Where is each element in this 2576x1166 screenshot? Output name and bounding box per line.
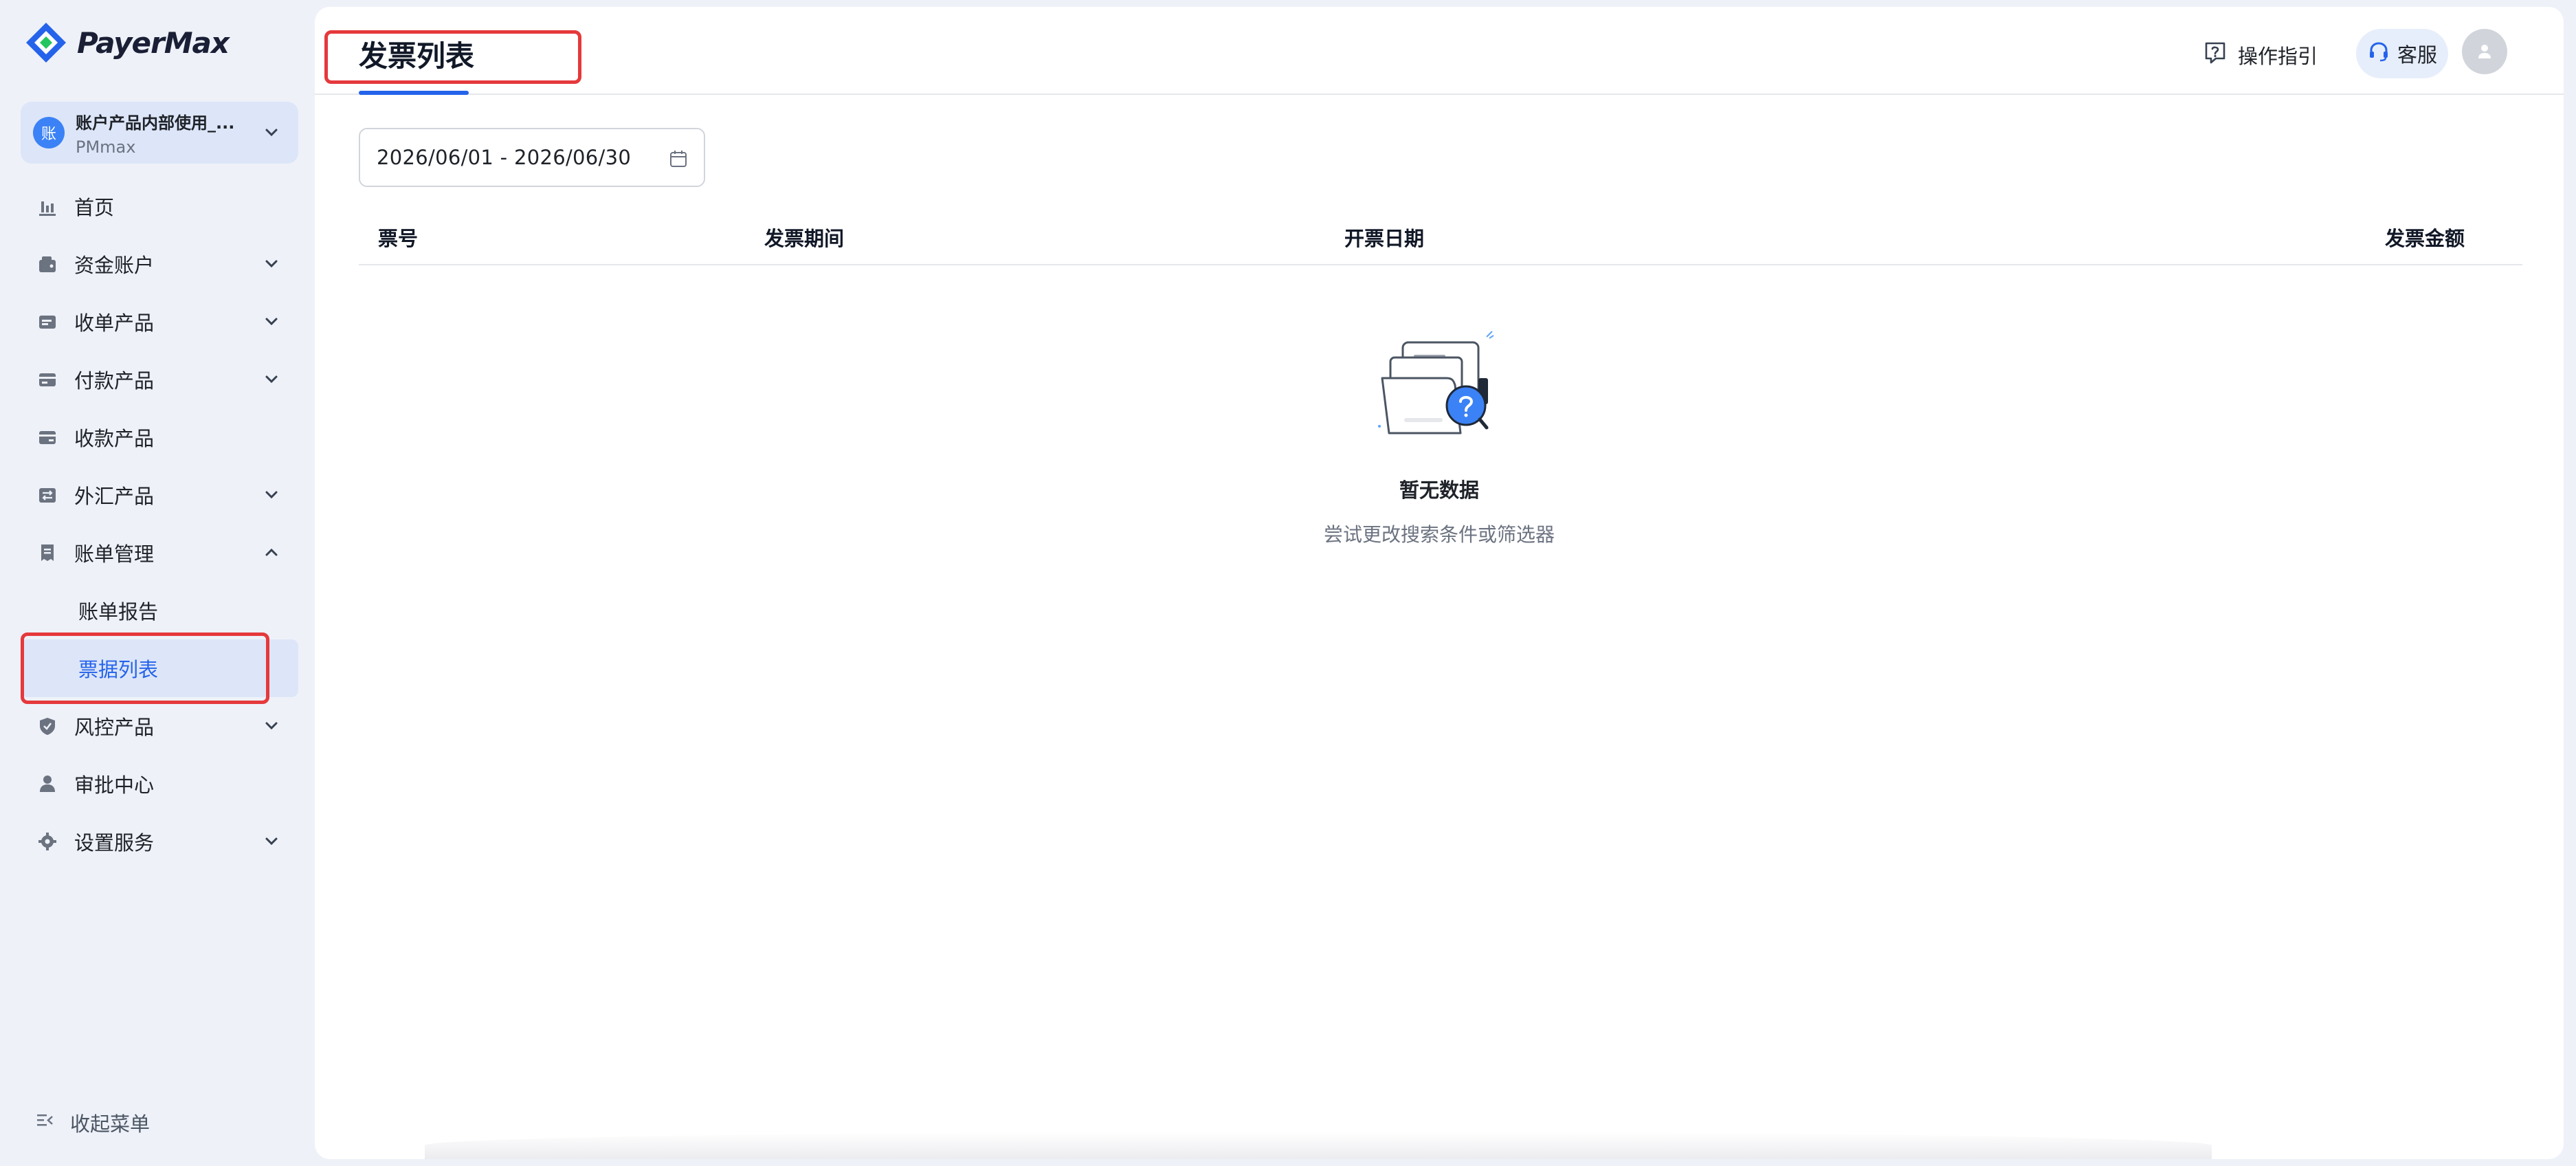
credit-card-icon (36, 368, 59, 391)
date-range-picker[interactable]: 2026/06/01 - 2026/06/30 (359, 128, 705, 187)
sidebar-item-fx[interactable]: 外汇产品 (21, 466, 298, 524)
page-title: 发票列表 (359, 39, 475, 73)
main-content: 发票列表 操作指引 客服 2026/06/01 - 2026/06/30 票号 … (315, 7, 2564, 1159)
top-bar: 发票列表 操作指引 客服 (315, 7, 2564, 95)
chevron-down-icon (265, 129, 278, 137)
empty-folder-icon (1375, 330, 1506, 447)
empty-title: 暂无数据 (1399, 478, 1479, 502)
column-header-invoice-period[interactable]: 发票期间 (764, 223, 844, 252)
card-icon (36, 310, 59, 333)
person-icon (36, 772, 59, 795)
sidebar-item-label: 收款产品 (74, 427, 155, 450)
logo-text: PayerMax (77, 25, 230, 60)
tab-active-indicator (359, 91, 469, 95)
sidebar-item-settings[interactable]: 设置服务 (21, 813, 298, 870)
payermax-logo[interactable]: PayerMax (25, 21, 230, 65)
bottom-shadow (425, 1132, 2212, 1159)
sidebar-item-billing-report[interactable]: 账单报告 (21, 582, 298, 639)
user-avatar[interactable] (2462, 29, 2507, 74)
sidebar-item-label: 审批中心 (74, 773, 155, 797)
column-header-invoice-number[interactable]: 票号 (378, 223, 418, 252)
chevron-down-icon (265, 260, 278, 268)
bar-chart-icon (36, 195, 59, 218)
account-avatar: 账 (33, 117, 65, 148)
wallet-icon (36, 252, 59, 276)
collapse-menu-label: 收起菜单 (70, 1112, 151, 1136)
account-sub: PMmax (76, 137, 136, 157)
exchange-icon (36, 483, 59, 507)
chevron-down-icon (265, 837, 278, 846)
headset-icon (2367, 40, 2390, 68)
sidebar-item-label: 首页 (74, 196, 115, 219)
sidebar-item-invoice-list[interactable]: 票据列表 (21, 639, 298, 697)
chevron-down-icon (265, 491, 278, 499)
account-name: 账户产品内部使用_... (76, 113, 235, 133)
sidebar-item-label: 外汇产品 (74, 485, 155, 508)
invoice-table: 票号 发票期间 开票日期 发票金额 (359, 206, 2522, 265)
column-header-invoice-amount[interactable]: 发票金额 (2385, 223, 2465, 252)
chevron-down-icon (265, 375, 278, 384)
shield-icon (36, 714, 59, 738)
card-receive-icon (36, 426, 59, 449)
sidebar-item-label: 付款产品 (74, 369, 155, 393)
sidebar-item-label: 票据列表 (78, 658, 159, 681)
column-header-issue-date[interactable]: 开票日期 (1344, 223, 1424, 252)
sidebar-item-label: 收单产品 (74, 311, 155, 335)
collapse-menu-button[interactable]: 收起菜单 (36, 1108, 150, 1137)
sidebar-item-label: 账单管理 (74, 542, 155, 566)
customer-service-label: 客服 (2397, 43, 2437, 67)
sidebar-nav: 首页 资金账户 收单产品 付款产品 收款产品 外汇产品 账单管理 账单报告 票据… (21, 177, 298, 870)
sidebar-item-funds[interactable]: 资金账户 (21, 235, 298, 293)
empty-state: 暂无数据 尝试更改搜索条件或筛选器 (315, 330, 2564, 547)
sidebar-item-receive[interactable]: 收款产品 (21, 408, 298, 466)
collapse-menu-icon (36, 1111, 55, 1135)
sidebar-item-label: 风控产品 (74, 716, 155, 739)
date-range-value: 2026/06/01 - 2026/06/30 (377, 146, 632, 169)
customer-service-button[interactable]: 客服 (2356, 29, 2448, 78)
guide-label: 操作指引 (2238, 45, 2318, 68)
sidebar-item-label: 资金账户 (74, 254, 155, 277)
sidebar-item-home[interactable]: 首页 (21, 177, 298, 235)
payermax-logo-icon (25, 21, 67, 64)
sidebar-item-billing[interactable]: 账单管理 (21, 524, 298, 582)
table-header: 票号 发票期间 开票日期 发票金额 (359, 206, 2522, 265)
account-switcher[interactable]: 账 账户产品内部使用_... PMmax (21, 102, 298, 164)
chevron-down-icon (265, 318, 278, 326)
question-icon (2202, 40, 2228, 71)
sidebar: PayerMax 账 账户产品内部使用_... PMmax 首页 资金账户 收单… (0, 0, 315, 1166)
sidebar-item-approval[interactable]: 审批中心 (21, 755, 298, 813)
empty-subtitle: 尝试更改搜索条件或筛选器 (1323, 523, 1555, 546)
guide-button[interactable]: 操作指引 (2202, 34, 2318, 76)
sidebar-item-risk[interactable]: 风控产品 (21, 697, 298, 755)
bill-icon (36, 541, 59, 564)
sidebar-item-label: 设置服务 (74, 831, 155, 855)
gear-icon (36, 830, 59, 853)
chevron-up-icon (265, 548, 278, 556)
sidebar-item-collect[interactable]: 收单产品 (21, 293, 298, 351)
user-icon (2478, 45, 2491, 58)
chevron-down-icon (265, 722, 278, 730)
sidebar-item-label: 账单报告 (78, 600, 159, 624)
sidebar-item-payout[interactable]: 付款产品 (21, 351, 298, 408)
calendar-icon (670, 151, 687, 167)
